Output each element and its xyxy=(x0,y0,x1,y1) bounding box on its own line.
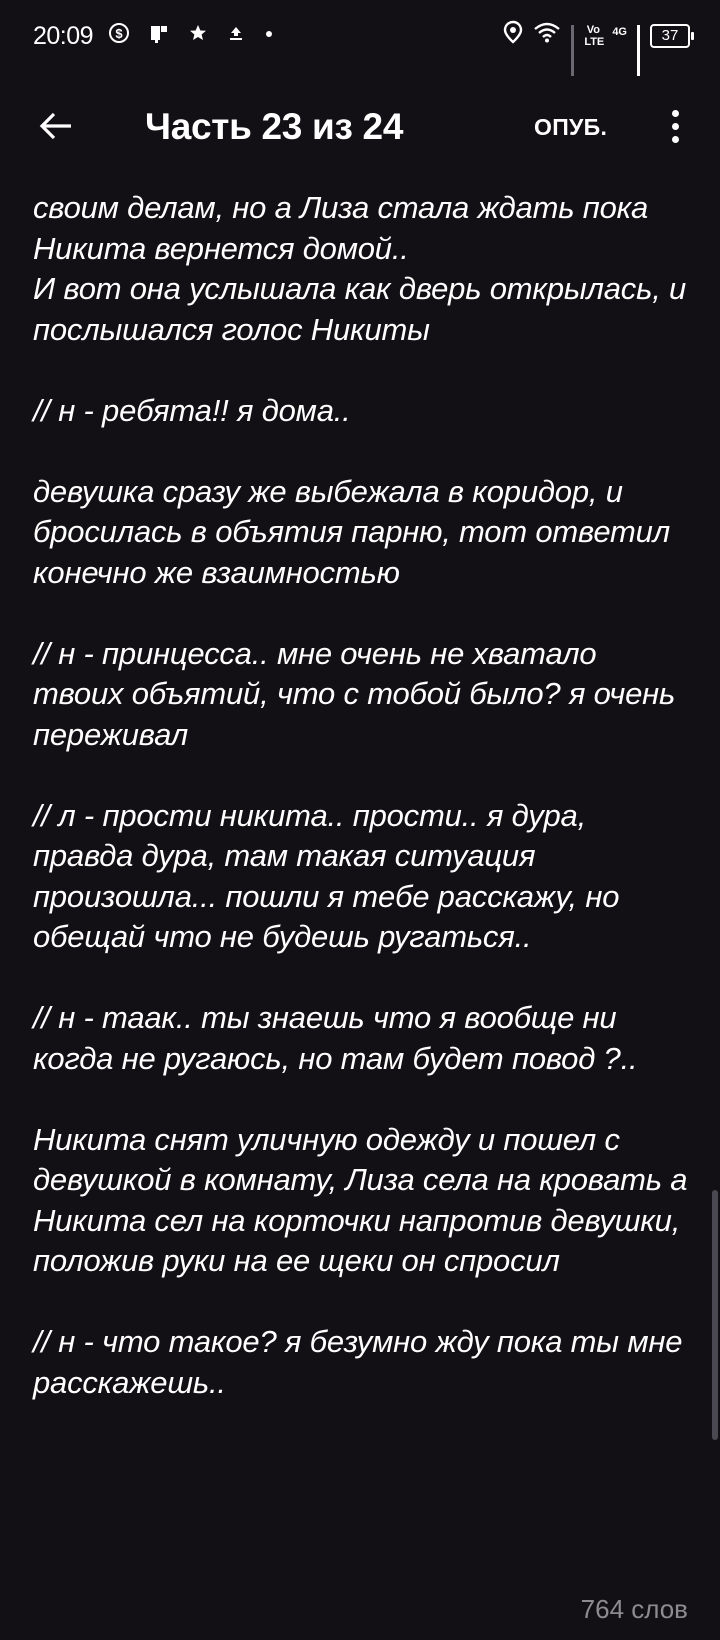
paragraph: // н - ребята!! я дома.. xyxy=(33,392,351,428)
publish-button[interactable]: ОПУБ. xyxy=(534,114,607,141)
more-vert-icon xyxy=(671,109,679,117)
story-text[interactable]: своим делам, но а Лиза стала ждать пока … xyxy=(33,188,693,1444)
network-type-icon: 4G xyxy=(612,26,627,38)
story-editor[interactable]: своим делам, но а Лиза стала ждать пока … xyxy=(0,180,720,1600)
paragraph: Никита снят уличную одежду и пошел с дев… xyxy=(33,1121,688,1279)
paragraph: // н - таак.. ты знаешь что я вообще ни … xyxy=(33,1000,638,1076)
signal-sim1-icon xyxy=(571,25,575,76)
signal-sim2-icon xyxy=(637,25,640,76)
part-title: Часть 23 из 24 xyxy=(145,106,404,147)
status-bar: 20:09 $ Vo LTE 4G 37 xyxy=(0,0,720,76)
system-icons: Vo LTE 4G 37 xyxy=(503,20,694,76)
arrow-left-icon xyxy=(39,112,71,140)
app-notification-icon xyxy=(148,22,170,52)
back-button[interactable] xyxy=(32,102,80,150)
star-icon xyxy=(188,23,208,51)
location-icon xyxy=(503,20,523,52)
upload-icon xyxy=(226,23,246,51)
volte-icon: Vo LTE xyxy=(584,24,605,48)
status-time: 20:09 xyxy=(33,22,94,50)
paragraph: // н - что такое? я безумно жду пока ты … xyxy=(33,1324,683,1400)
editor-toolbar: Часть 23 из 24 ОПУБ. xyxy=(0,76,720,180)
wifi-icon xyxy=(533,21,561,51)
paragraph: девушка сразу же выбежала в коридор, и б… xyxy=(33,473,670,590)
svg-text:$: $ xyxy=(115,26,123,41)
notification-icons: $ xyxy=(108,22,274,52)
dollar-icon: $ xyxy=(108,22,130,52)
paragraph: // н - принцесса.. мне очень не хватало … xyxy=(33,635,676,752)
paragraph: // л - прости никита.. прости.. я дура, … xyxy=(33,797,620,955)
paragraph: своим делам, но а Лиза стала ждать пока … xyxy=(33,190,687,347)
dot-icon xyxy=(264,23,274,51)
more-options-button[interactable] xyxy=(660,102,690,150)
battery-icon: 37 xyxy=(650,24,694,48)
word-count: 764 слов xyxy=(580,1594,688,1624)
scrollbar-thumb[interactable] xyxy=(712,1190,718,1440)
